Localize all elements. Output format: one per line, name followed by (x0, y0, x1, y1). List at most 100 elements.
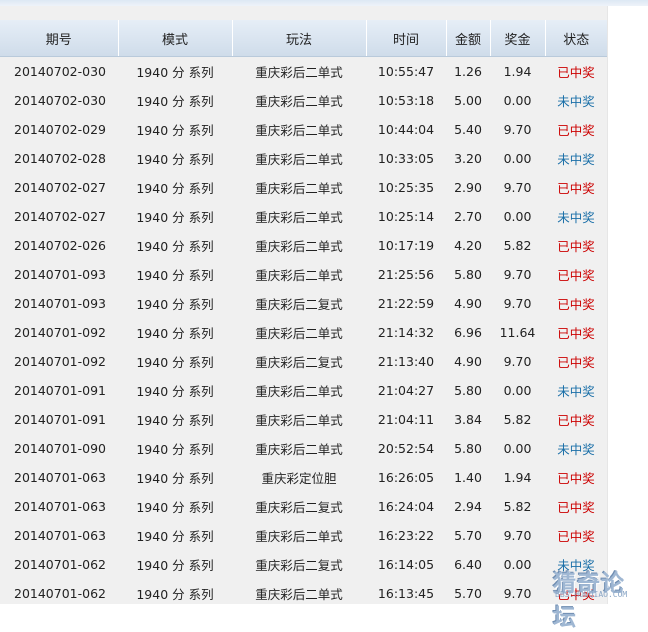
cell-time: 10:33:05 (377, 151, 435, 166)
cell-time: 10:17:19 (377, 238, 435, 253)
header-row: 期号 模式 玩法 时间 金额 奖金 状态 (0, 20, 607, 57)
cell-prize: 9.70 (503, 354, 532, 369)
cell-time: 16:26:05 (377, 470, 435, 485)
cell-status: 已中奖 (557, 239, 595, 254)
cell-time: 21:04:11 (377, 412, 435, 427)
cell-period: 20140701-062 (14, 557, 106, 572)
col-header-period[interactable]: 期号 (0, 20, 119, 57)
col-header-status[interactable]: 状态 (545, 20, 607, 57)
table-row[interactable]: 20140702-027 1940 分 系列 重庆彩后二单式 10:25:14 2.70… (0, 202, 607, 231)
table-row[interactable]: 20140701-093 1940 分 系列 重庆彩后二单式 21:25:56 5.80… (0, 260, 607, 289)
table-row[interactable]: 20140701-093 1940 分 系列 重庆彩后二复式 21:22:59 4.90… (0, 289, 607, 318)
cell-amount: 6.40 (454, 557, 482, 572)
cell-prize: 5.82 (503, 412, 532, 427)
cell-mode: 1940 分 系列 (136, 529, 214, 544)
cell-status: 已中奖 (557, 65, 595, 80)
cell-status: 已中奖 (557, 123, 595, 138)
cell-mode: 1940 分 系列 (136, 558, 214, 573)
cell-prize: 0.00 (503, 151, 532, 166)
cell-play: 重庆彩后二单式 (255, 384, 343, 399)
cell-status: 未中奖 (557, 152, 595, 167)
table-row[interactable]: 20140702-027 1940 分 系列 重庆彩后二单式 10:25:35 2.90… (0, 173, 607, 202)
cell-prize: 9.70 (503, 180, 532, 195)
cell-amount: 4.90 (454, 354, 482, 369)
cell-period: 20140701-092 (14, 354, 106, 369)
cell-status: 已中奖 (557, 413, 595, 428)
cell-prize: 9.70 (503, 528, 532, 543)
cell-amount: 1.40 (454, 470, 482, 485)
cell-mode: 1940 分 系列 (136, 94, 214, 109)
cell-play: 重庆彩定位胆 (261, 471, 337, 486)
table-row[interactable]: 20140702-030 1940 分 系列 重庆彩后二单式 10:53:18 5.00… (0, 86, 607, 115)
cell-mode: 1940 分 系列 (136, 413, 214, 428)
cell-play: 重庆彩后二单式 (255, 181, 343, 196)
cell-period: 20140702-030 (14, 93, 106, 108)
cell-amount: 5.00 (454, 93, 482, 108)
table-row[interactable]: 20140702-026 1940 分 系列 重庆彩后二单式 10:17:19 4.20… (0, 231, 607, 260)
table-row[interactable]: 20140701-063 1940 分 系列 重庆彩后二单式 16:23:22 5.70… (0, 521, 607, 550)
cell-time: 20:52:54 (377, 441, 435, 456)
forum-watermark: 猜奇论坛 BBS.HOUQIAO.COM (553, 562, 648, 631)
watermark-url-text: BBS.HOUQIAO.COM (555, 590, 628, 599)
cell-mode: 1940 分 系列 (136, 326, 214, 341)
bet-records-panel: 期号 模式 玩法 时间 金额 奖金 状态 20140702-030 1940 分 … (0, 6, 607, 604)
table-row[interactable]: 20140701-092 1940 分 系列 重庆彩后二单式 21:14:32 6.96… (0, 318, 607, 347)
cell-amount: 2.90 (454, 180, 482, 195)
cell-mode: 1940 分 系列 (136, 384, 214, 399)
cell-play: 重庆彩后二复式 (255, 500, 343, 515)
bet-records-table: 期号 模式 玩法 时间 金额 奖金 状态 20140702-030 1940 分 … (0, 20, 607, 608)
cell-time: 16:14:05 (377, 557, 435, 572)
cell-play: 重庆彩后二单式 (255, 152, 343, 167)
cell-prize: 0.00 (503, 383, 532, 398)
table-row[interactable]: 20140702-030 1940 分 系列 重庆彩后二单式 10:55:47 1.26… (0, 57, 607, 87)
table-row[interactable]: 20140702-029 1940 分 系列 重庆彩后二单式 10:44:04 5.40… (0, 115, 607, 144)
cell-prize: 1.94 (503, 64, 532, 79)
cell-play: 重庆彩后二单式 (255, 268, 343, 283)
cell-play: 重庆彩后二单式 (255, 239, 343, 254)
cell-time: 21:22:59 (377, 296, 435, 311)
col-header-mode[interactable]: 模式 (118, 20, 233, 57)
cell-period: 20140701-063 (14, 528, 106, 543)
cell-play: 重庆彩后二单式 (255, 94, 343, 109)
cell-prize: 9.70 (503, 122, 532, 137)
cell-mode: 1940 分 系列 (136, 355, 214, 370)
cell-period: 20140701-063 (14, 470, 106, 485)
cell-period: 20140701-093 (14, 267, 106, 282)
cell-time: 21:14:32 (377, 325, 435, 340)
cell-period: 20140702-026 (14, 238, 106, 253)
cell-mode: 1940 分 系列 (136, 181, 214, 196)
table-row[interactable]: 20140701-091 1940 分 系列 重庆彩后二单式 21:04:27 5.80… (0, 376, 607, 405)
table-row[interactable]: 20140701-092 1940 分 系列 重庆彩后二复式 21:13:40 4.90… (0, 347, 607, 376)
col-header-time[interactable]: 时间 (366, 20, 447, 57)
col-header-prize[interactable]: 奖金 (490, 20, 546, 57)
cell-status: 已中奖 (557, 268, 595, 283)
cell-amount: 4.20 (454, 238, 482, 253)
cell-period: 20140701-091 (14, 383, 106, 398)
table-row[interactable]: 20140701-062 1940 分 系列 重庆彩后二复式 16:14:05 6.40… (0, 550, 607, 579)
cell-mode: 1940 分 系列 (136, 239, 214, 254)
cell-play: 重庆彩后二单式 (255, 210, 343, 225)
col-header-amount[interactable]: 金额 (446, 20, 491, 57)
table-row[interactable]: 20140701-091 1940 分 系列 重庆彩后二单式 21:04:11 3.84… (0, 405, 607, 434)
table-row[interactable]: 20140701-063 1940 分 系列 重庆彩后二复式 16:24:04 2.94… (0, 492, 607, 521)
cell-play: 重庆彩后二单式 (255, 529, 343, 544)
cell-prize: 9.70 (503, 267, 532, 282)
cell-mode: 1940 分 系列 (136, 500, 214, 515)
cell-mode: 1940 分 系列 (136, 123, 214, 138)
cell-prize: 0.00 (503, 93, 532, 108)
cell-status: 未中奖 (557, 384, 595, 399)
cell-status: 已中奖 (557, 355, 595, 370)
col-header-play[interactable]: 玩法 (232, 20, 367, 57)
cell-period: 20140702-027 (14, 180, 106, 195)
table-row[interactable]: 20140701-090 1940 分 系列 重庆彩后二单式 20:52:54 5.80… (0, 434, 607, 463)
cell-play: 重庆彩后二单式 (255, 326, 343, 341)
cell-period: 20140701-063 (14, 499, 106, 514)
cell-mode: 1940 分 系列 (136, 65, 214, 80)
cell-amount: 4.90 (454, 296, 482, 311)
table-row[interactable]: 20140702-028 1940 分 系列 重庆彩后二单式 10:33:05 3.20… (0, 144, 607, 173)
table-row[interactable]: 20140701-063 1940 分 系列 重庆彩定位胆 16:26:05 1.40 1… (0, 463, 607, 492)
cell-status: 已中奖 (557, 181, 595, 196)
cell-amount: 5.80 (454, 267, 482, 282)
cell-mode: 1940 分 系列 (136, 268, 214, 283)
cell-play: 重庆彩后二单式 (255, 442, 343, 457)
